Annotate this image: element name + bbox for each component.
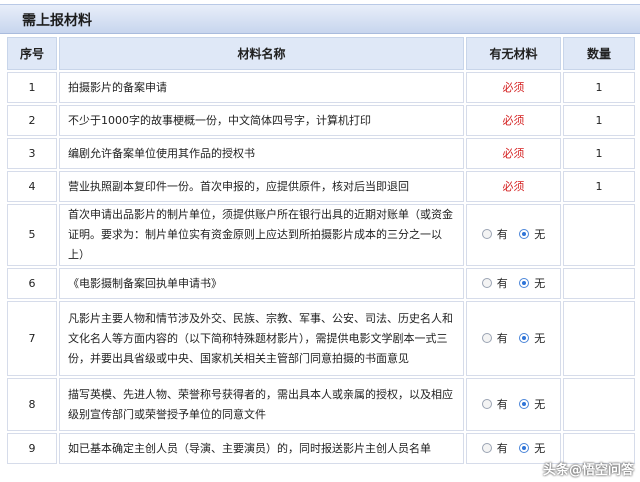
quantity-value (563, 378, 635, 431)
required-label: 必须 (502, 179, 525, 193)
table-row: 6 《电影摄制备案回执单申请书》 有 无 (7, 268, 635, 299)
table-row: 7 凡影片主要人物和情节涉及外交、民族、宗教、军事、公安、司法、历史名人和文化名… (7, 301, 635, 376)
material-name: 营业执照副本复印件一份。首次申报的，应提供原件，核对后当即退回 (59, 171, 464, 202)
option-no[interactable]: 无 (519, 395, 545, 415)
option-no[interactable]: 无 (519, 274, 545, 294)
required-label: 必须 (502, 113, 525, 127)
quantity-value: 1 (563, 105, 635, 136)
availability-options: 有 无 (466, 204, 561, 266)
required-label: 必须 (502, 80, 525, 94)
option-yes[interactable]: 有 (481, 274, 508, 294)
option-no[interactable]: 无 (519, 329, 545, 349)
option-no-label: 无 (534, 228, 546, 241)
option-no[interactable]: 无 (519, 439, 545, 459)
radio-yes-icon[interactable] (481, 442, 492, 453)
table-row: 8 描写英模、先进人物、荣誉称号获得者的，需出具本人或亲属的授权，以及相应级别宣… (7, 378, 635, 431)
option-yes[interactable]: 有 (481, 439, 508, 459)
panel-header: 需上报材料 (0, 4, 640, 34)
table-row: 4 营业执照副本复印件一份。首次申报的，应提供原件，核对后当即退回 必须 1 (7, 171, 635, 202)
col-header-index: 序号 (7, 37, 57, 70)
radio-yes-icon[interactable] (481, 277, 492, 288)
option-yes-label: 有 (496, 331, 508, 345)
option-no-label: 无 (534, 441, 546, 455)
row-index: 2 (7, 105, 57, 136)
option-yes[interactable]: 有 (481, 395, 508, 415)
col-header-availability: 有无材料 (466, 37, 561, 70)
table-row: 1 拍摄影片的备案申请 必须 1 (7, 72, 635, 103)
row-index: 8 (7, 378, 57, 431)
quantity-value: 1 (563, 72, 635, 103)
option-yes-label: 有 (496, 441, 508, 455)
materials-panel: 需上报材料 序号 材料名称 有无材料 数量 1 拍摄影片的备案申请 必须 1 2… (0, 0, 640, 482)
table-row: 3 编剧允许备案单位使用其作品的授权书 必须 1 (7, 138, 635, 169)
radio-yes-icon[interactable] (481, 332, 492, 343)
quantity-value: 1 (563, 171, 635, 202)
material-name: 编剧允许备案单位使用其作品的授权书 (59, 138, 464, 169)
row-index: 7 (7, 301, 57, 376)
required-label: 必须 (502, 146, 525, 160)
radio-yes-icon[interactable] (481, 229, 492, 239)
row-index: 1 (7, 72, 57, 103)
option-yes-label: 有 (496, 228, 508, 241)
quantity-value: 1 (563, 138, 635, 169)
material-name: 凡影片主要人物和情节涉及外交、民族、宗教、军事、公安、司法、历史名人和文化名人等… (59, 301, 464, 376)
row-index: 9 (7, 433, 57, 464)
option-no[interactable]: 无 (519, 225, 545, 245)
quantity-value (563, 204, 635, 266)
option-no-label: 无 (534, 331, 546, 345)
option-yes[interactable]: 有 (481, 329, 508, 349)
option-yes[interactable]: 有 (481, 225, 508, 245)
radio-no-icon[interactable] (519, 229, 530, 239)
option-yes-label: 有 (496, 276, 508, 290)
row-index: 4 (7, 171, 57, 202)
material-name: 《电影摄制备案回执单申请书》 (59, 268, 464, 299)
quantity-value (563, 301, 635, 376)
material-name: 如已基本确定主创人员（导演、主要演员）的，同时报送影片主创人员名单 (59, 433, 464, 464)
radio-yes-icon[interactable] (481, 398, 492, 409)
radio-no-icon[interactable] (519, 277, 530, 288)
col-header-name: 材料名称 (59, 37, 464, 70)
table-header-row: 序号 材料名称 有无材料 数量 (7, 37, 635, 70)
material-name: 拍摄影片的备案申请 (59, 72, 464, 103)
availability-options: 有 无 (466, 301, 561, 376)
table-row: 2 不少于1000字的故事梗概一份，中文简体四号字，计算机打印 必须 1 (7, 105, 635, 136)
material-name: 描写英模、先进人物、荣誉称号获得者的，需出具本人或亲属的授权，以及相应级别宣传部… (59, 378, 464, 431)
material-name: 首次申请出品影片的制片单位，须提供账户所在银行出具的近期对账单（或资金证明。要求… (59, 204, 464, 266)
row-index: 3 (7, 138, 57, 169)
option-no-label: 无 (534, 276, 546, 290)
table-row: 9 如已基本确定主创人员（导演、主要演员）的，同时报送影片主创人员名单 有 无 (7, 433, 635, 464)
quantity-value (563, 268, 635, 299)
col-header-quantity: 数量 (563, 37, 635, 70)
materials-table: 序号 材料名称 有无材料 数量 1 拍摄影片的备案申请 必须 1 2 不少于10… (5, 35, 637, 466)
table-row: 5 首次申请出品影片的制片单位，须提供账户所在银行出具的近期对账单（或资金证明。… (7, 204, 635, 266)
watermark: 头条@悟空问答 (542, 463, 634, 478)
availability-options: 有 无 (466, 378, 561, 431)
option-no-label: 无 (534, 397, 546, 411)
option-yes-label: 有 (496, 397, 508, 411)
row-index: 5 (7, 204, 57, 266)
radio-no-icon[interactable] (519, 442, 530, 453)
availability-options: 有 无 (466, 268, 561, 299)
panel-title: 需上报材料 (22, 13, 92, 29)
row-index: 6 (7, 268, 57, 299)
radio-no-icon[interactable] (519, 398, 530, 409)
radio-no-icon[interactable] (519, 332, 530, 343)
material-name: 不少于1000字的故事梗概一份，中文简体四号字，计算机打印 (59, 105, 464, 136)
